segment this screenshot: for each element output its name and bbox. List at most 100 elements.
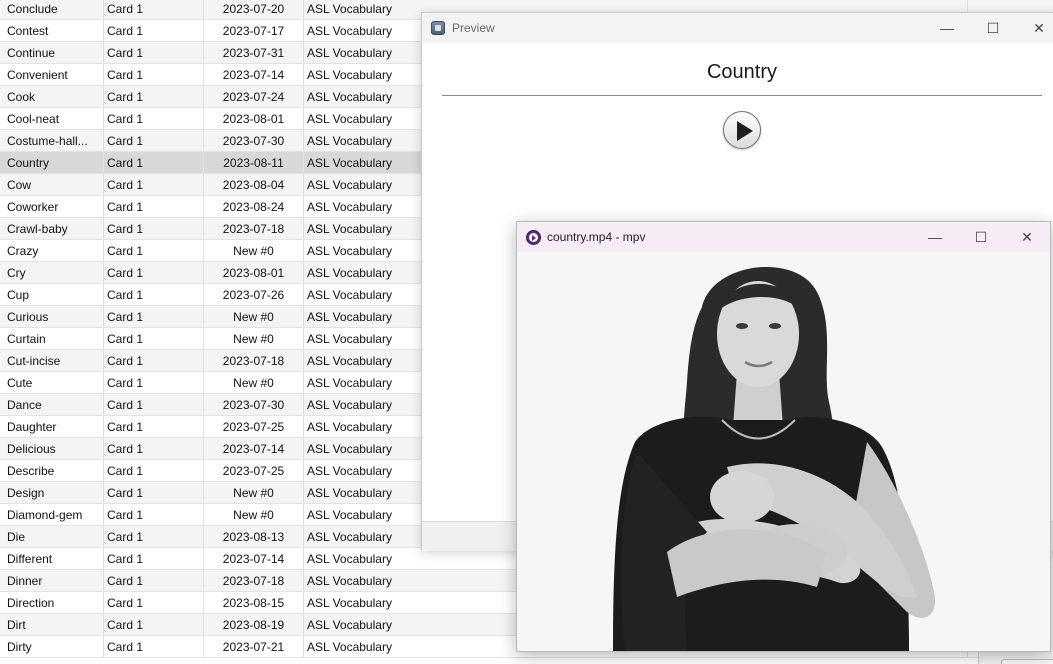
sort-field-cell: Direction [4,592,104,614]
card-type-cell: Card 1 [104,284,204,306]
due-cell: 2023-08-15 [204,592,304,614]
due-cell: 2023-07-24 [204,86,304,108]
card-type-cell: Card 1 [104,416,204,438]
card-type-cell: Card 1 [104,372,204,394]
card-type-cell: Card 1 [104,130,204,152]
panel-button-edge[interactable] [1001,659,1053,664]
due-cell: 2023-07-31 [204,42,304,64]
due-cell: New #0 [204,482,304,504]
due-cell: 2023-07-18 [204,350,304,372]
sort-field-cell: Cool-neat [4,108,104,130]
card-type-cell: Card 1 [104,614,204,636]
sort-field-cell: Continue [4,42,104,64]
sort-field-cell: Dinner [4,570,104,592]
preview-title: Preview [452,21,495,35]
card-type-cell: Card 1 [104,504,204,526]
card-type-cell: Card 1 [104,328,204,350]
mpv-window: country.mp4 - mpv — ☐ ✕ [516,221,1051,652]
sort-field-cell: Cry [4,262,104,284]
due-cell: 2023-07-20 [204,0,304,20]
due-cell: 2023-07-14 [204,548,304,570]
sort-field-cell: Delicious [4,438,104,460]
card-type-cell: Card 1 [104,460,204,482]
card-type-cell: Card 1 [104,262,204,284]
sort-field-cell: Daughter [4,416,104,438]
sort-field-cell: Diamond-gem [4,504,104,526]
sort-field-cell: Design [4,482,104,504]
close-button[interactable]: ✕ [1016,13,1053,43]
sort-field-cell: Country [4,152,104,174]
card-type-cell: Card 1 [104,482,204,504]
due-cell: 2023-07-25 [204,460,304,482]
due-cell: 2023-07-18 [204,570,304,592]
card-type-cell: Card 1 [104,108,204,130]
sort-field-cell: Coworker [4,196,104,218]
sort-field-cell: Cow [4,174,104,196]
maximize-button[interactable]: ☐ [958,222,1004,252]
due-cell: 2023-08-11 [204,152,304,174]
close-icon: ✕ [1033,20,1045,36]
due-cell: 2023-07-21 [204,636,304,658]
sort-field-cell: Cup [4,284,104,306]
sort-field-cell: Different [4,548,104,570]
mpv-titlebar[interactable]: country.mp4 - mpv — ☐ ✕ [517,222,1050,252]
sort-field-cell: Describe [4,460,104,482]
sort-field-cell: Crazy [4,240,104,262]
due-cell: New #0 [204,372,304,394]
preview-titlebar[interactable]: Preview — ☐ ✕ [422,13,1053,43]
due-cell: 2023-08-04 [204,174,304,196]
card-type-cell: Card 1 [104,394,204,416]
sort-field-cell: Convenient [4,64,104,86]
due-cell: New #0 [204,306,304,328]
card-type-cell: Card 1 [104,218,204,240]
sort-field-cell: Die [4,526,104,548]
minimize-button[interactable]: — [924,13,970,43]
card-type-cell: Card 1 [104,152,204,174]
video-frame[interactable] [517,252,1050,651]
sort-field-cell: Conclude [4,0,104,20]
mpv-title: country.mp4 - mpv [547,230,646,244]
sort-field-cell: Costume-hall... [4,130,104,152]
card-type-cell: Card 1 [104,174,204,196]
card-type-cell: Card 1 [104,0,204,20]
card-front-text: Country [706,61,778,83]
due-cell: 2023-07-30 [204,130,304,152]
card-type-cell: Card 1 [104,592,204,614]
due-cell: 2023-07-30 [204,394,304,416]
anki-preview-icon [431,21,445,35]
due-cell: New #0 [204,504,304,526]
maximize-button[interactable]: ☐ [970,13,1016,43]
sort-field-cell: Curtain [4,328,104,350]
signer-video-image [517,252,1050,651]
maximize-icon: ☐ [974,229,988,245]
card-type-cell: Card 1 [104,350,204,372]
close-button[interactable]: ✕ [1004,222,1050,252]
card-type-cell: Card 1 [104,636,204,658]
due-cell: 2023-08-13 [204,526,304,548]
card-type-cell: Card 1 [104,570,204,592]
card-type-cell: Card 1 [104,240,204,262]
due-cell: 2023-07-14 [204,438,304,460]
card-type-cell: Card 1 [104,438,204,460]
due-cell: 2023-07-17 [204,20,304,42]
mpv-icon [526,230,541,245]
due-cell: 2023-07-25 [204,416,304,438]
maximize-icon: ☐ [986,20,1000,36]
card-type-cell: Card 1 [104,526,204,548]
play-audio-button[interactable] [723,111,761,149]
sort-field-cell: Dance [4,394,104,416]
card-type-cell: Card 1 [104,196,204,218]
due-cell: 2023-08-01 [204,262,304,284]
card-divider [442,95,1042,96]
due-cell: New #0 [204,328,304,350]
sort-field-cell: Crawl-baby [4,218,104,240]
card-type-cell: Card 1 [104,20,204,42]
minimize-button[interactable]: — [912,222,958,252]
due-cell: 2023-07-14 [204,64,304,86]
sort-field-cell: Contest [4,20,104,42]
minimize-icon: — [928,229,942,245]
sort-field-cell: Curious [4,306,104,328]
due-cell: 2023-07-18 [204,218,304,240]
sort-field-cell: Dirty [4,636,104,658]
minimize-icon: — [940,20,954,36]
